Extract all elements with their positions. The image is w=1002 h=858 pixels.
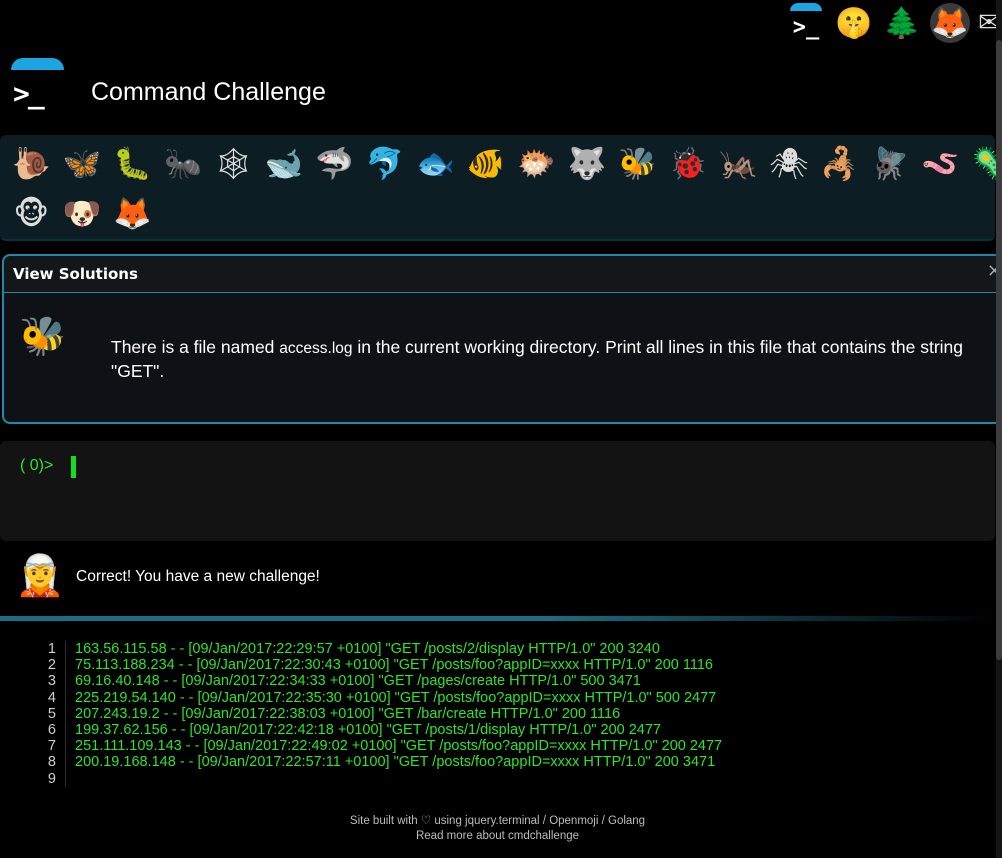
scrollbar-thumb[interactable] — [996, 40, 1002, 660]
challenge-row: 🐌 🦋 🐛 🐜 🕸 🐋 🦈 🐬 🐟 🐠 🐡 🐺 🐝 🐞 🦗 🕷 🦂 🪰 🪱 🦠 — [6, 139, 1002, 189]
fly-icon[interactable]: 🪰 — [865, 139, 916, 189]
challenge-row: 🐵 🐶 🦊 — [6, 189, 995, 239]
dog-face-icon[interactable]: 🐶 — [57, 189, 108, 239]
line-text: 200.19.168.148 - - [09/Jan/2017:22:57:11… — [75, 754, 716, 771]
description-text: There is a file named — [111, 337, 280, 357]
output-line: 2 75.113.188.234 - - [09/Jan/2017:22:30:4… — [40, 657, 722, 674]
whale-icon[interactable]: 🐋 — [259, 139, 310, 189]
section-divider — [0, 616, 995, 621]
line-text: 75.113.188.234 - - [09/Jan/2017:22:30:43… — [75, 657, 713, 674]
output-line: 1 163.56.115.58 - - [09/Jan/2017:22:29:57… — [40, 641, 722, 658]
blowfish-icon[interactable]: 🐡 — [511, 139, 562, 189]
wolf-icon[interactable]: 🐺 — [562, 139, 613, 189]
line-text: 251.111.109.143 - - [09/Jan/2017:22:49:0… — [75, 738, 723, 755]
read-more-link[interactable]: Read more about cmdchallenge — [0, 829, 995, 844]
bee-icon: 🐝 — [19, 314, 67, 358]
tree-icon[interactable]: 🌲 — [882, 3, 922, 43]
brand-logo[interactable]: >_ — [11, 58, 65, 114]
panel-header[interactable]: View Solutions × — [4, 256, 1002, 293]
scorpion-icon[interactable]: 🦂 — [814, 139, 865, 189]
cmdchallenge-icon[interactable]: >_ — [786, 3, 826, 43]
line-text: 207.243.19.2 - - [09/Jan/2017:22:38:03 +… — [75, 705, 621, 722]
worm-icon[interactable]: 🪱 — [915, 139, 966, 189]
line-number: 5 — [40, 705, 66, 722]
output-line: 4 225.219.54.140 - - [09/Jan/2017:22:35:3… — [40, 689, 722, 706]
view-solutions-link[interactable]: View Solutions — [13, 265, 138, 283]
output-line: 9 — [40, 770, 722, 787]
monkey-face-icon[interactable]: 🐵 — [6, 189, 57, 239]
line-number: 1 — [40, 641, 66, 658]
shark-icon[interactable]: 🦈 — [309, 139, 360, 189]
footer-credits[interactable]: Site built with ♡ using jquery.terminal … — [0, 814, 995, 829]
footer: Site built with ♡ using jquery.terminal … — [0, 814, 995, 844]
fish-icon[interactable]: 🐟 — [410, 139, 461, 189]
fox-face-icon[interactable]: 🦊 — [107, 189, 158, 239]
terminal-prompt: ( 0)> — [20, 457, 54, 474]
scrollbar[interactable] — [996, 0, 1002, 858]
tropical-fish-icon[interactable]: 🐠 — [461, 139, 512, 189]
filename: access.log — [279, 340, 353, 357]
butterfly-icon[interactable]: 🦋 — [57, 139, 108, 189]
line-text: 225.219.54.140 - - [09/Jan/2017:22:35:30… — [75, 689, 717, 706]
terminal-input[interactable]: ( 0)> — [0, 441, 995, 541]
line-number: 4 — [40, 689, 66, 706]
snail-icon[interactable]: 🐌 — [6, 139, 57, 189]
cricket-icon[interactable]: 🦗 — [713, 139, 764, 189]
spider-icon[interactable]: 🕷 — [764, 139, 815, 189]
ladybug-icon[interactable]: 🐞 — [663, 139, 714, 189]
dolphin-icon[interactable]: 🐬 — [360, 139, 411, 189]
line-number: 6 — [40, 721, 66, 739]
caterpillar-icon[interactable]: 🐛 — [107, 139, 158, 189]
command-output: 1 163.56.115.58 - - [09/Jan/2017:22:29:57… — [40, 641, 722, 787]
page-title: Command Challenge — [91, 78, 326, 106]
output-line: 8 200.19.168.148 - - [09/Jan/2017:22:57:1… — [40, 754, 722, 771]
challenge-icon-bar: 🐌 🦋 🐛 🐜 🕸 🐋 🦈 🐬 🐟 🐠 🐡 🐺 🐝 🐞 🦗 🕷 🦂 🪰 🪱 🦠 🐵 🐶 🦊 — [0, 135, 1002, 241]
top-icon-bar: >_ 🤫 🌲 🦊 ✉ — [778, 0, 1002, 46]
line-text: 69.16.40.148 - - [09/Jan/2017:22:34:33 +… — [75, 673, 641, 690]
output-line: 5 207.243.19.2 - - [09/Jan/2017:22:38:03 … — [40, 705, 722, 722]
shushing-face-icon[interactable]: 🤫 — [834, 3, 874, 43]
bee-icon[interactable]: 🐝 — [612, 139, 663, 189]
line-number: 3 — [40, 673, 66, 690]
output-line: 6 199.37.62.156 - - [09/Jan/2017:22:42:18… — [40, 721, 722, 739]
gitlab-icon[interactable]: 🦊 — [930, 3, 970, 43]
logo-dome — [11, 58, 64, 70]
line-text — [66, 771, 75, 787]
line-number: 2 — [40, 657, 66, 674]
terminal-cursor — [71, 456, 76, 478]
line-number: 7 — [40, 738, 66, 755]
spider-web-icon[interactable]: 🕸 — [208, 139, 259, 189]
ant-icon[interactable]: 🐜 — [158, 139, 209, 189]
challenge-description: There is a file named access.log in the … — [111, 336, 981, 382]
feedback-message: 🧝 Correct! You have a new challenge! — [0, 552, 995, 608]
line-text: 199.37.62.156 - - [09/Jan/2017:22:42:18 … — [75, 721, 661, 738]
line-number: 8 — [40, 754, 66, 771]
elf-icon: 🧝 — [15, 553, 65, 599]
output-line: 7 251.111.109.143 - - [09/Jan/2017:22:49:… — [40, 738, 723, 755]
terminal-prompt-icon: >_ — [13, 77, 45, 110]
line-text: 163.56.115.58 - - [09/Jan/2017:22:29:57 … — [75, 641, 660, 657]
output-line: 3 69.16.40.148 - - [09/Jan/2017:22:34:33 … — [40, 673, 722, 690]
feedback-text: Correct! You have a new challenge! — [76, 568, 320, 585]
challenge-panel: View Solutions × 🐝 There is a file named… — [2, 254, 1002, 424]
line-number: 9 — [40, 770, 66, 787]
